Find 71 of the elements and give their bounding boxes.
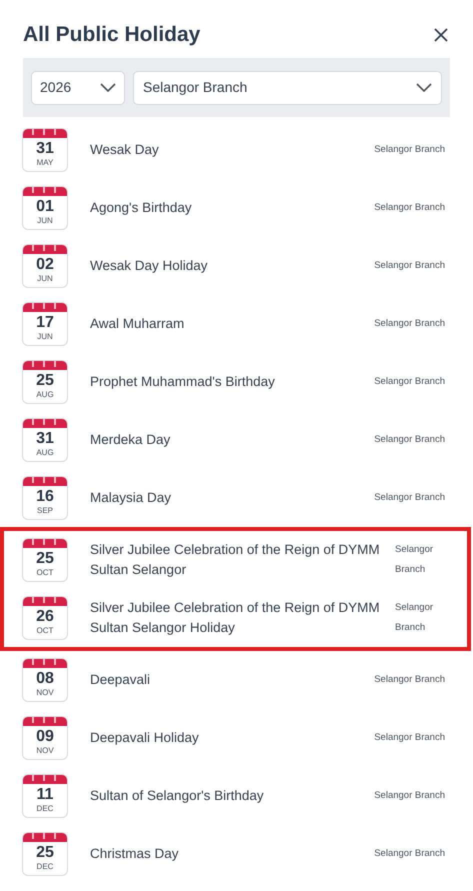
- date-day: 25: [23, 372, 67, 390]
- holiday-name: Christmas Day: [90, 845, 180, 863]
- date-day: 31: [23, 140, 67, 158]
- date-day: 26: [23, 608, 67, 626]
- holiday-branch: Selangor Branch: [374, 143, 445, 157]
- date-day: 09: [23, 728, 67, 746]
- date-day: 25: [23, 844, 67, 862]
- calendar-rings: [32, 129, 58, 135]
- holiday-branch: Selangor Branch: [395, 601, 434, 635]
- holiday-name: Deepavali Holiday: [90, 729, 200, 747]
- holiday-branch: Selangor Branch: [374, 731, 445, 745]
- calendar-rings: [32, 775, 58, 781]
- holiday-branch: Selangor Branch: [374, 673, 445, 687]
- holiday-branch: Selangor Branch: [374, 317, 445, 331]
- date-day: 16: [23, 488, 67, 506]
- calendar-rings: [32, 833, 58, 839]
- holiday-branch: Selangor Branch: [374, 491, 445, 505]
- holiday-name: Sultan of Selangor's Birthday: [90, 787, 265, 805]
- calendar-rings: [32, 477, 58, 483]
- date-day: 11: [23, 786, 67, 804]
- holiday-name: Wesak Day Holiday: [90, 257, 209, 275]
- holiday-name: Silver Jubilee Celebration of the Reign of DYMM Sultan Selangor: [90, 541, 381, 579]
- date-month: AUG: [35, 390, 55, 400]
- date-day: 31: [23, 430, 67, 448]
- date-month: OCT: [36, 626, 54, 636]
- date-month: MAY: [36, 158, 54, 168]
- holiday-branch: Selangor Branch: [374, 259, 445, 273]
- date-day: 08: [23, 670, 67, 688]
- holiday-name: Wesak Day: [90, 141, 160, 159]
- calendar-rings: [32, 597, 58, 603]
- holiday-name: Deepavali: [90, 671, 152, 689]
- date-month: JUN: [36, 332, 54, 342]
- date-day: 01: [23, 198, 67, 216]
- holiday-name: Malaysia Day: [90, 489, 172, 507]
- date-day: 02: [23, 256, 67, 274]
- date-month: NOV: [35, 746, 55, 756]
- holiday-name: Silver Jubilee Celebration of the Reign of DYMM Sultan Selangor Holiday: [90, 599, 381, 637]
- holiday-name: Awal Muharram: [90, 315, 186, 333]
- date-month: DEC: [36, 862, 54, 872]
- date-month: OCT: [36, 568, 54, 578]
- calendar-rings: [32, 659, 58, 665]
- calendar-rings: [32, 419, 58, 425]
- chevron-down-icon: [100, 82, 116, 92]
- calendar-rings: [32, 187, 58, 193]
- holiday-name: Merdeka Day: [90, 431, 172, 449]
- holiday-name: Agong's Birthday: [90, 199, 193, 217]
- branch-dropdown[interactable]: Selangor Branch: [133, 70, 442, 104]
- holiday-branch: Selangor Branch: [374, 433, 445, 447]
- close-icon[interactable]: [432, 26, 450, 44]
- date-month: AUG: [35, 448, 55, 458]
- calendar-rings: [32, 539, 58, 545]
- date-month: JUN: [36, 274, 54, 284]
- calendar-rings: [32, 303, 58, 309]
- date-month: DEC: [36, 804, 54, 814]
- holiday-branch: Selangor Branch: [374, 847, 445, 861]
- year-dropdown[interactable]: 2026: [31, 70, 125, 104]
- calendar-rings: [32, 245, 58, 251]
- holiday-branch: Selangor Branch: [374, 789, 445, 803]
- holiday-branch: Selangor Branch: [374, 201, 445, 215]
- calendar-rings: [32, 717, 58, 723]
- date-day: 25: [23, 550, 67, 568]
- holiday-name: Prophet Muhammad's Birthday: [90, 373, 276, 391]
- holiday-branch: Selangor Branch: [374, 375, 445, 389]
- chevron-down-icon: [416, 82, 432, 92]
- date-month: SEP: [36, 506, 54, 516]
- dialog-title: All Public Holiday: [23, 22, 200, 48]
- date-day: 17: [23, 314, 67, 332]
- calendar-rings: [32, 361, 58, 367]
- holiday-branch: Selangor Branch: [395, 543, 434, 577]
- date-month: JUN: [36, 216, 54, 226]
- date-month: NOV: [35, 688, 55, 698]
